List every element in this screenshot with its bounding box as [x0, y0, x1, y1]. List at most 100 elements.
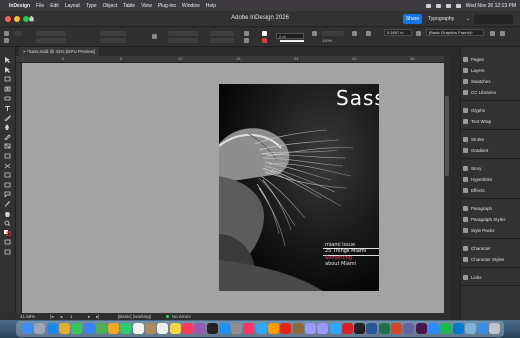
photoshop-icon[interactable] — [255, 323, 267, 334]
apply-color-icon[interactable] — [4, 239, 11, 245]
panel-swatches[interactable]: Swatches — [463, 77, 491, 85]
terminal-icon[interactable] — [354, 323, 366, 334]
menu-help[interactable]: Help — [206, 3, 216, 9]
menu-app-name[interactable]: InDesign — [9, 3, 30, 9]
scale-x-field[interactable] — [168, 31, 198, 36]
notes-icon[interactable] — [169, 323, 181, 334]
corner-options-icon[interactable] — [416, 31, 421, 36]
line-tool-icon[interactable] — [4, 114, 11, 121]
panel-layers[interactable]: Layers — [463, 66, 485, 74]
stroke-weight-field[interactable]: 0 pt — [276, 33, 304, 39]
panel-text-wrap[interactable]: Text Wrap — [463, 117, 491, 125]
spotlight-icon[interactable] — [445, 3, 451, 8]
first-page-icon[interactable]: |◂ — [50, 313, 53, 320]
wifi-icon[interactable] — [425, 3, 431, 8]
page-tool-icon[interactable] — [4, 76, 11, 82]
height-field[interactable] — [100, 38, 126, 43]
zoom-percent[interactable]: 100% — [322, 38, 332, 43]
gap-tool-icon[interactable] — [4, 86, 11, 92]
cover-text-frame[interactable]: miami issue 25 Things Miami Something ab… — [325, 242, 366, 268]
bridge-icon[interactable] — [292, 323, 304, 334]
scissors-tool-icon[interactable] — [4, 163, 11, 169]
contacts-icon[interactable] — [145, 323, 156, 334]
share-button[interactable]: Share — [403, 14, 422, 24]
illustrator-icon[interactable] — [268, 323, 279, 334]
slack-icon[interactable] — [415, 323, 427, 334]
panel-character-styles[interactable]: Character Styles — [463, 255, 504, 263]
rectangle-tool-icon[interactable] — [4, 153, 11, 159]
finder-icon[interactable] — [22, 323, 33, 334]
panel-links[interactable]: Links — [463, 273, 482, 281]
note-tool-icon[interactable] — [4, 191, 11, 198]
help-search-input[interactable] — [474, 14, 513, 24]
chrome-icon[interactable] — [58, 323, 70, 334]
constrain-proportions-icon[interactable] — [152, 34, 157, 39]
document-tab[interactable]: × *Sass.indd @ 41% [GPU Preview] — [19, 47, 100, 56]
panel-story[interactable]: Story — [463, 164, 482, 172]
object-style-select[interactable]: [Basic Graphics Frame]+ — [426, 29, 484, 36]
zoom-tool-icon[interactable] — [4, 220, 11, 227]
shear-field[interactable] — [210, 38, 234, 43]
photos-icon[interactable] — [108, 323, 120, 334]
menu-edit[interactable]: Edit — [50, 3, 59, 9]
pen-tool-icon[interactable] — [4, 124, 11, 131]
effects-fx-icon[interactable] — [312, 31, 317, 36]
close-window-button[interactable] — [5, 16, 11, 22]
pencil-tool-icon[interactable] — [4, 134, 11, 140]
menu-table[interactable]: Table — [123, 3, 135, 9]
after-effects-icon[interactable] — [317, 323, 329, 334]
spotify-icon[interactable] — [440, 323, 452, 334]
panel-stroke[interactable]: Stroke — [463, 135, 484, 143]
battery-icon[interactable] — [435, 3, 441, 8]
menu-window[interactable]: Window — [182, 3, 200, 9]
control-center-icon[interactable] — [455, 3, 461, 8]
maps-icon[interactable] — [95, 323, 107, 334]
system-settings-icon[interactable] — [231, 323, 243, 334]
panel-collapse-strip[interactable] — [450, 47, 460, 320]
panel-paragraph[interactable]: Paragraph — [463, 204, 492, 212]
home-icon[interactable] — [28, 15, 35, 22]
frame-align-icon[interactable] — [4, 38, 9, 43]
drop-shadow-icon[interactable] — [352, 31, 357, 36]
reference-point-icon[interactable] — [4, 31, 9, 36]
acrobat-icon[interactable] — [280, 323, 292, 334]
status-profile[interactable]: [Basic] (working) — [118, 313, 151, 320]
panel-cc-libraries[interactable]: CC Libraries — [463, 88, 496, 96]
indesign-icon[interactable] — [243, 323, 255, 334]
clock[interactable]: Wed Nov 26 12:13 PM — [466, 3, 516, 9]
excel-icon[interactable] — [378, 323, 390, 334]
menu-plugins[interactable]: Plug-ins — [158, 3, 176, 9]
launchpad-icon[interactable] — [34, 323, 46, 334]
content-collector-icon[interactable] — [4, 95, 11, 101]
minimize-window-button[interactable] — [14, 16, 20, 22]
gradient-tool-icon[interactable] — [4, 182, 11, 188]
trash-icon[interactable] — [489, 323, 501, 334]
status-zoom[interactable]: 41.66% — [20, 313, 35, 320]
menu-layout[interactable]: Layout — [65, 3, 80, 9]
stroke-swatch-icon[interactable] — [262, 38, 267, 43]
rotate-field[interactable] — [210, 31, 234, 36]
rotate-cw-icon[interactable] — [244, 31, 249, 36]
app-store-icon[interactable] — [218, 323, 230, 334]
status-page-number[interactable]: 1 — [70, 313, 73, 320]
quick-apply-icon[interactable] — [500, 31, 505, 36]
vertical-scrollbar-thumb[interactable] — [445, 96, 449, 176]
panel-character[interactable]: Character — [463, 244, 491, 252]
downloads-icon[interactable] — [477, 323, 489, 334]
zoom-icon[interactable] — [427, 323, 439, 334]
prev-page-icon[interactable]: ◂ — [60, 313, 62, 320]
facetime-icon[interactable] — [120, 323, 132, 334]
menu-file[interactable]: File — [36, 3, 44, 9]
view-mode-icon[interactable] — [4, 249, 11, 255]
panel-glyphs[interactable]: Glyphs — [463, 106, 485, 114]
podcasts-icon[interactable] — [194, 323, 206, 334]
panel-effects[interactable]: Effects — [463, 186, 485, 194]
width-field[interactable] — [100, 31, 126, 36]
opacity-field[interactable] — [322, 31, 344, 36]
scale-y-field[interactable] — [168, 38, 198, 43]
calendar-icon[interactable] — [132, 323, 144, 334]
horizontal-ruler[interactable]: 0 6 12 18 24 30 36 — [16, 56, 444, 63]
y-position-field[interactable] — [36, 38, 66, 43]
teams-icon[interactable] — [403, 323, 415, 334]
vscode-icon[interactable] — [452, 323, 464, 334]
